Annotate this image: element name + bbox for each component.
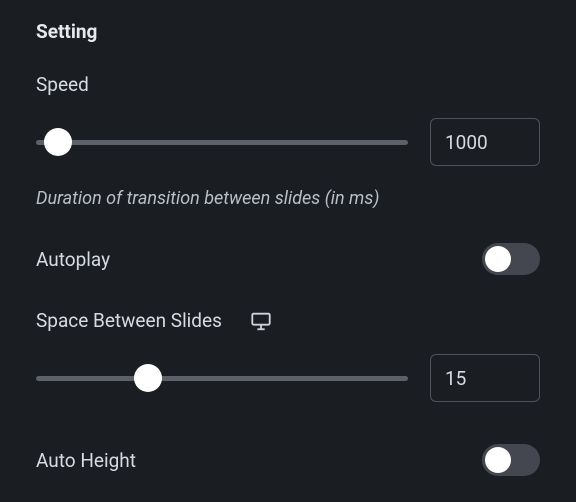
autoplay-toggle[interactable] [482,243,540,275]
space-slider[interactable] [36,364,408,392]
speed-slider[interactable] [36,128,408,156]
space-field: Space Between Slides 15 [36,309,540,402]
autoplay-label: Autoplay [36,248,110,271]
space-slider-thumb[interactable] [134,364,162,392]
auto-height-field: Auto Height [36,444,540,476]
auto-height-label: Auto Height [36,449,136,472]
space-slider-track [36,376,408,381]
speed-input[interactable]: 1000 [430,118,540,166]
speed-slider-thumb[interactable] [44,128,72,156]
speed-slider-track [36,140,408,145]
auto-height-toggle-knob [485,447,511,473]
autoplay-field: Autoplay [36,243,540,275]
speed-help-text: Duration of transition between slides (i… [36,188,540,209]
speed-label: Speed [36,73,540,96]
desktop-icon[interactable] [250,310,272,332]
auto-height-toggle[interactable] [482,444,540,476]
autoplay-toggle-knob [485,246,511,272]
section-title: Setting [36,20,540,43]
space-label: Space Between Slides [36,309,222,332]
speed-field: Speed 1000 Duration of transition betwee… [36,73,540,209]
space-input[interactable]: 15 [430,354,540,402]
